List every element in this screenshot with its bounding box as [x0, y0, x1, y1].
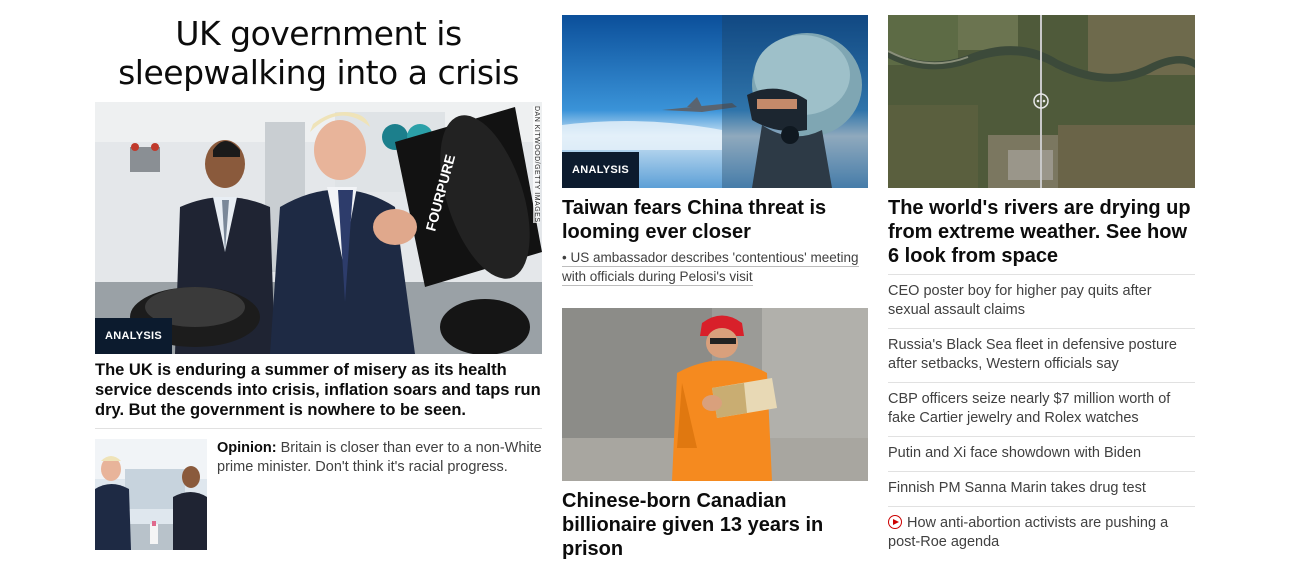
opinion-text: Opinion: Britain is closer than ever to …	[217, 439, 542, 550]
taiwan-headline[interactable]: Taiwan fears China threat is looming eve…	[562, 196, 868, 244]
rivers-headline[interactable]: The world's rivers are drying up from ex…	[888, 196, 1195, 268]
opinion-item[interactable]: Opinion: Britain is closer than ever to …	[95, 439, 542, 550]
list-item-text: Finnish PM Sanna Marin takes drug test	[888, 480, 1146, 496]
rivers-photo-art	[888, 15, 1195, 188]
photo-credit: DAN KITWOOD/GETTY IMAGES	[533, 106, 540, 223]
headline-list: CEO poster boy for higher pay quits afte…	[888, 274, 1195, 560]
analysis-badge: ANALYSIS	[562, 152, 640, 188]
opinion-thumbnail[interactable]	[95, 439, 207, 550]
list-item[interactable]: CBP officers seize nearly $7 million wor…	[888, 382, 1195, 436]
right-column: The world's rivers are drying up from ex…	[888, 15, 1195, 560]
taiwan-image[interactable]: ANALYSIS	[562, 15, 868, 188]
analysis-badge: ANALYSIS	[95, 318, 173, 354]
lead-image[interactable]: FOURPURE DAN KITWOOD/GETTY IMAGES ANALYS…	[95, 102, 542, 354]
list-item-text: CBP officers seize nearly $7 million wor…	[888, 391, 1171, 426]
list-item-text: Putin and Xi face showdown with Biden	[888, 445, 1142, 461]
opinion-label: Opinion:	[217, 440, 277, 456]
play-circle-icon	[888, 515, 902, 529]
canadian-headline[interactable]: Chinese-born Canadian billionaire given …	[562, 489, 868, 561]
taiwan-related-link[interactable]: • US ambassador describes 'contentious' …	[562, 250, 859, 286]
lead-story: UK government is sleepwalking into a cri…	[95, 14, 542, 550]
list-item[interactable]: Russia's Black Sea fleet in defensive po…	[888, 328, 1195, 382]
list-item[interactable]: Putin and Xi face showdown with Biden	[888, 436, 1195, 471]
canadian-photo-art	[562, 308, 868, 481]
middle-column: ANALYSIS Taiwan fears China threat is lo…	[562, 15, 868, 561]
list-item-video[interactable]: How anti-abortion activists are pushing …	[888, 506, 1195, 560]
divider	[95, 428, 542, 429]
list-item-text: CEO poster boy for higher pay quits afte…	[888, 283, 1152, 318]
list-item[interactable]: Finnish PM Sanna Marin takes drug test	[888, 471, 1195, 506]
list-item[interactable]: CEO poster boy for higher pay quits afte…	[888, 274, 1195, 328]
lead-photo-art: FOURPURE	[95, 102, 542, 354]
opinion-photo-art	[95, 439, 207, 550]
list-item-text: How anti-abortion activists are pushing …	[888, 515, 1169, 550]
lead-headline[interactable]: UK government is sleepwalking into a cri…	[95, 14, 542, 92]
rivers-image[interactable]	[888, 15, 1195, 188]
lead-summary[interactable]: The UK is enduring a summer of misery as…	[95, 360, 542, 420]
canadian-image[interactable]	[562, 308, 868, 481]
list-item-text: Russia's Black Sea fleet in defensive po…	[888, 337, 1177, 372]
